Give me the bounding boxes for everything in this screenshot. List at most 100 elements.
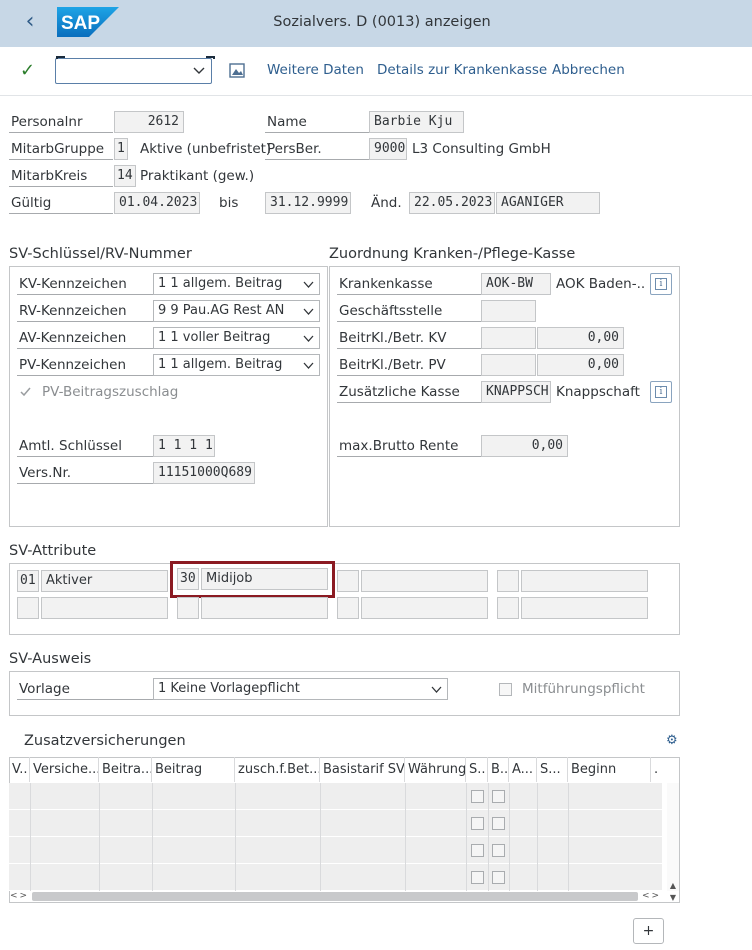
chevron-down-icon[interactable] [303, 333, 314, 344]
attr8-code-field[interactable] [497, 597, 519, 619]
scroll-up-icon[interactable]: ▲ [668, 881, 678, 891]
chevron-down-icon[interactable] [303, 306, 314, 317]
max-brutto-field[interactable]: 0,00 [481, 435, 568, 457]
chevron-down-icon[interactable] [303, 360, 314, 371]
attr1-text-field[interactable]: Aktiver [41, 570, 168, 592]
column-divider [568, 783, 569, 891]
krankenkasse-info-button[interactable]: i [650, 273, 672, 295]
pv-kennzeichen-dropdown[interactable]: 1 1 allgem. Beitrag [153, 354, 320, 376]
abbrechen-button[interactable]: Abbrechen [552, 62, 625, 78]
zusatz-kasse-code-field[interactable]: KNAPPSCH [481, 381, 551, 403]
krankenkasse-code-field[interactable]: AOK-BW [481, 273, 551, 295]
beitr-kv-amount-field[interactable]: 0,00 [537, 327, 624, 349]
kv-kennzeichen-label: KV-Kennzeichen [17, 273, 153, 295]
mitarbkreis-field[interactable]: 14 [114, 165, 136, 187]
mitfuehrungspflicht-label: Mitführungspflicht [522, 681, 645, 697]
attr6-code-field[interactable] [177, 597, 199, 619]
av-kennzeichen-dropdown[interactable]: 1 1 voller Beitrag [153, 327, 320, 349]
attr4-code-field[interactable] [497, 570, 519, 592]
scroll-down-icon[interactable]: ▼ [668, 893, 678, 903]
personalnr-label: Personalnr [9, 111, 113, 133]
row-checkbox-b[interactable] [492, 844, 505, 857]
col-header-s1[interactable]: S.. [466, 757, 488, 782]
col-header-beitragsart[interactable]: Beitra... [99, 757, 152, 782]
col-header-v[interactable]: V.. [9, 757, 30, 782]
attr8-text-field[interactable] [521, 597, 648, 619]
col-header-versicherung[interactable]: Versiche... [30, 757, 99, 782]
kv-kennzeichen-dropdown[interactable]: 1 1 allgem. Beitrag [153, 273, 320, 295]
table-row[interactable] [9, 783, 662, 810]
row-checkbox-s[interactable] [471, 817, 484, 830]
attr6-text-field[interactable] [201, 597, 328, 619]
zuordnung-title: Zuordnung Kranken-/Pflege-Kasse [329, 246, 576, 262]
attr3-code-field[interactable] [337, 570, 359, 592]
table-row[interactable] [9, 810, 662, 837]
weitere-daten-button[interactable]: Weitere Daten [267, 62, 364, 78]
beitr-kv-class-field[interactable] [481, 327, 536, 349]
attr4-text-field[interactable] [521, 570, 648, 592]
attr7-text-field[interactable] [361, 597, 488, 619]
col-header-s2[interactable]: S... [537, 757, 568, 782]
scroll-right-icon[interactable]: <> [642, 891, 664, 902]
col-header-a[interactable]: A... [509, 757, 537, 782]
gueltig-to-field[interactable]: 31.12.9999 [265, 192, 351, 214]
rv-kennzeichen-dropdown[interactable]: 9 9 Pau.AG Rest AN [153, 300, 320, 322]
col-header-b[interactable]: B.. [488, 757, 509, 782]
details-krankenkasse-button[interactable]: Details zur Krankenkasse [377, 62, 547, 78]
beitr-pv-amount-field[interactable]: 0,00 [537, 354, 624, 376]
image-icon[interactable] [229, 63, 245, 78]
attr5-code-field[interactable] [17, 597, 39, 619]
row-checkbox-b[interactable] [492, 790, 505, 803]
col-header-waehrung[interactable]: Währung [405, 757, 466, 782]
mitarbgruppe-text: Aktive (unbefristet) [140, 141, 272, 157]
col-header-beginn[interactable]: Beginn [568, 757, 651, 782]
amtl-schluessel-field[interactable]: 1 1 1 1 [153, 435, 215, 457]
scroll-left-right-icon[interactable]: <> [10, 891, 30, 902]
checkmark-icon [20, 387, 31, 397]
aend-date-field[interactable]: 22.05.2023 [409, 192, 495, 214]
zusatz-kasse-info-button[interactable]: i [650, 381, 672, 403]
attr3-text-field[interactable] [361, 570, 488, 592]
pv-beitragszuschlag-checkbox[interactable] [19, 385, 32, 398]
versnr-field[interactable]: 11151000Q689 [153, 462, 255, 484]
col-header-more[interactable]: . [651, 757, 667, 782]
column-divider [99, 783, 100, 891]
row-checkbox-s[interactable] [471, 790, 484, 803]
chevron-down-icon[interactable] [193, 64, 205, 76]
mitarbgruppe-field[interactable]: 1 [114, 138, 128, 160]
row-checkbox-s[interactable] [471, 871, 484, 884]
attr7-code-field[interactable] [337, 597, 359, 619]
row-checkbox-s[interactable] [471, 844, 484, 857]
geschaeftsstelle-field[interactable] [481, 300, 536, 322]
mitfuehrungspflicht-checkbox[interactable] [499, 683, 512, 696]
attr1-code-field[interactable]: 01 [17, 570, 39, 592]
name-field[interactable]: Barbie Kju [369, 111, 464, 133]
table-settings-gear-icon[interactable]: ⚙ [666, 734, 680, 748]
attr5-text-field[interactable] [41, 597, 168, 619]
attr2-code-field[interactable]: 30 [177, 568, 199, 590]
toolbar-divider [0, 95, 752, 96]
gueltig-from-field[interactable]: 01.04.2023 [114, 192, 200, 214]
aend-user-field[interactable]: AGANIGER [496, 192, 600, 214]
vorlage-dropdown[interactable]: 1 Keine Vorlagepflicht [153, 678, 448, 700]
chevron-down-icon[interactable] [431, 684, 442, 695]
col-header-beitrag[interactable]: Beitrag [152, 757, 235, 782]
col-header-basistarif[interactable]: Basistarif SV [320, 757, 405, 782]
versnr-label: Vers.Nr. [17, 462, 153, 484]
chevron-down-icon[interactable] [303, 279, 314, 290]
attr2-text-field[interactable]: Midijob [201, 568, 328, 590]
persber-field[interactable]: 9000 [369, 138, 407, 160]
command-field[interactable] [55, 56, 215, 84]
horizontal-scrollbar-thumb[interactable] [32, 892, 638, 901]
beitr-pv-class-field[interactable] [481, 354, 536, 376]
add-row-button[interactable]: + [633, 918, 664, 944]
row-checkbox-b[interactable] [492, 817, 505, 830]
personalnr-field[interactable]: 2612 [114, 111, 184, 133]
vertical-scrollbar[interactable] [667, 783, 679, 891]
table-row[interactable] [9, 864, 662, 891]
col-header-zuschuss[interactable]: zusch.f.Bet... [235, 757, 320, 782]
check-icon[interactable]: ✓ [20, 60, 42, 82]
row-checkbox-b[interactable] [492, 871, 505, 884]
table-row[interactable] [9, 837, 662, 864]
aend-label: Änd. [371, 195, 402, 211]
